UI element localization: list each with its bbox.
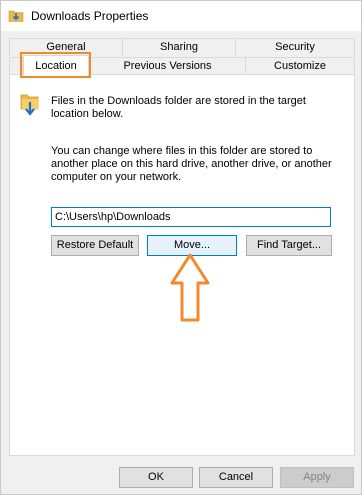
tab-previous-versions[interactable]: Previous Versions — [89, 57, 246, 75]
tab-sharing[interactable]: Sharing — [122, 38, 236, 56]
ok-button[interactable]: OK — [119, 467, 193, 488]
find-target-button[interactable]: Find Target... — [246, 235, 332, 256]
tab-label: Previous Versions — [123, 60, 212, 72]
location-description: Files in the Downloads folder are stored… — [51, 95, 346, 121]
tab-label: Security — [275, 41, 315, 53]
target-path-input[interactable]: C:\Users\hp\Downloads — [51, 207, 331, 227]
info-line: You can change where files in this folde… — [51, 145, 313, 157]
apply-button[interactable]: Apply — [280, 467, 354, 488]
folder-download-icon — [20, 94, 39, 116]
annotation-highlight-box — [20, 52, 91, 78]
cancel-button[interactable]: Cancel — [199, 467, 273, 488]
window-title: Downloads Properties — [31, 9, 149, 23]
tab-label: Sharing — [160, 41, 198, 53]
location-info: You can change where files in this folde… — [51, 145, 351, 184]
up-arrow-icon — [170, 253, 210, 322]
info-line: another place on this hard drive, anothe… — [51, 158, 332, 170]
title-bar: Downloads Properties — [1, 1, 361, 31]
tab-customize[interactable]: Customize — [245, 57, 355, 75]
tab-label: Customize — [274, 60, 326, 72]
folder-download-icon — [8, 10, 24, 22]
info-line: computer on your network. — [51, 171, 182, 183]
properties-dialog: Downloads Properties General Sharing Sec… — [0, 0, 362, 495]
description-line: Files in the Downloads folder are stored… — [51, 95, 306, 107]
tab-security[interactable]: Security — [235, 38, 355, 56]
description-line: location below. — [51, 108, 124, 120]
restore-default-button[interactable]: Restore Default — [51, 235, 139, 256]
